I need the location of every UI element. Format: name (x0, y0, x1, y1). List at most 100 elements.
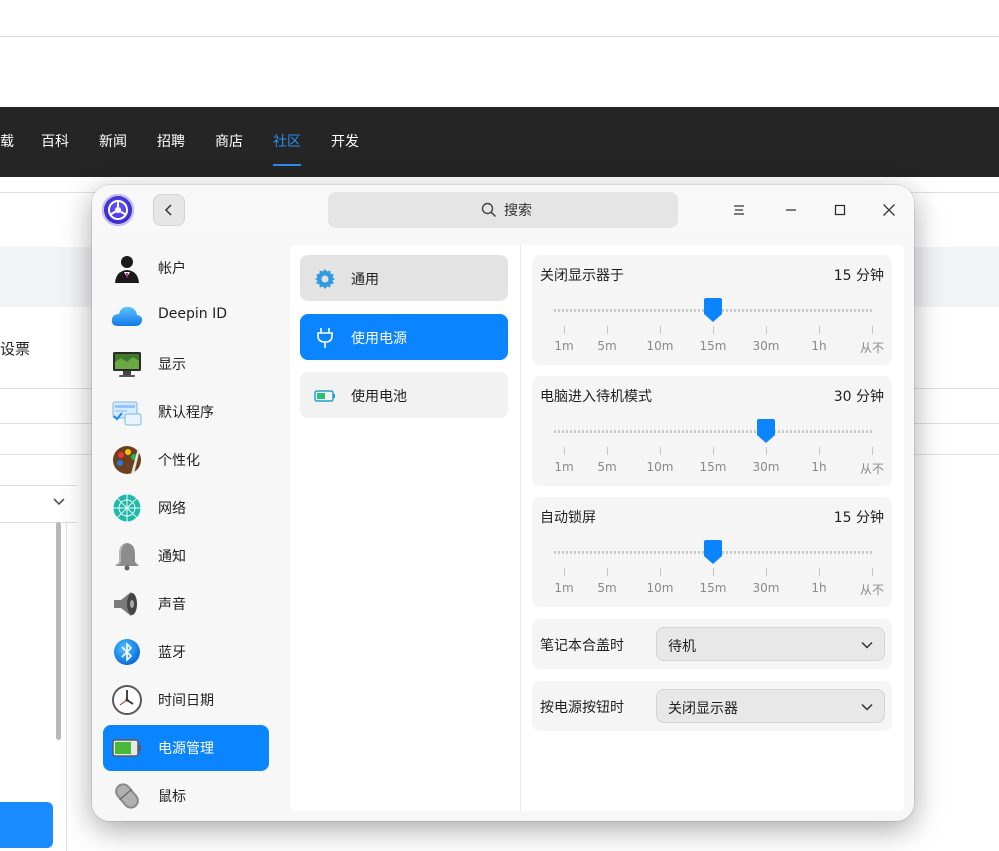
lid-close-row: 笔记本合盖时 待机 (532, 619, 892, 669)
control-center-window: 搜索 帐户 Deepin ID 显示 默认程序 个性化 网络 通知 声音 蓝牙 … (92, 185, 914, 821)
slider-tick (607, 568, 608, 576)
maximize-icon (834, 204, 846, 216)
slider-card-monitor-off: 关闭显示器于 15 分钟 1m 5m 10m 15m 30m 1h 从不 (532, 255, 892, 365)
slider-thumb[interactable] (703, 297, 723, 323)
title-bar: 搜索 (92, 185, 914, 235)
slider-tick (819, 326, 820, 334)
bg-blue-button[interactable] (0, 802, 53, 848)
app-logo-icon (102, 194, 134, 226)
sidebar-item-label: 网络 (158, 501, 186, 517)
sidebar-item-network[interactable]: 网络 (103, 485, 269, 531)
slider-track[interactable] (554, 430, 872, 433)
slider-tick (713, 447, 714, 455)
speaker-icon (114, 592, 137, 616)
nav-item-jobs[interactable]: 招聘 (157, 107, 185, 177)
bg-scrollbar[interactable] (56, 522, 61, 740)
palette-icon (113, 446, 141, 474)
sidebar-item-mouse[interactable]: 鼠标 (103, 773, 269, 819)
slider-tick (766, 568, 767, 576)
sidebar-item-sound[interactable]: 声音 (103, 581, 269, 627)
power-button-row: 按电源按钮时 关闭显示器 (532, 681, 892, 731)
slider-tick-label: 30m (752, 581, 780, 595)
sidebar-item-personalization[interactable]: 个性化 (103, 437, 269, 483)
nav-active-underline (273, 164, 301, 166)
slider-card-auto-lock: 自动锁屏 15 分钟 1m 5m 10m 15m 30m 1h 从不 (532, 497, 892, 607)
nav-item-store[interactable]: 商店 (215, 107, 243, 177)
bg-select[interactable] (0, 485, 77, 523)
bg-top-divider (0, 36, 999, 37)
close-button[interactable] (876, 197, 902, 223)
slider-tick (607, 326, 608, 334)
slider-tick-label: 1h (811, 581, 827, 595)
lid-close-label: 笔记本合盖时 (540, 638, 624, 654)
sidebar-item-label: 个性化 (158, 453, 200, 469)
slider-tick-label: 30m (752, 460, 780, 474)
slider-tick (564, 447, 565, 455)
sidebar-item-label: 蓝牙 (158, 645, 186, 661)
slider-tick-label: 1h (811, 339, 827, 353)
nav-item-download[interactable]: 载 (0, 107, 14, 177)
slider-tick-label: 5m (597, 460, 617, 474)
content-panel: 通用 使用电源 使用电池 关闭显示器于 15 分钟 1m 5m 10m 15m … (290, 245, 904, 811)
gear-icon (315, 269, 335, 289)
sidebar-item-label: 默认程序 (158, 405, 214, 421)
slider-tick-label: 10m (646, 460, 674, 474)
slider-tick-label: 15m (699, 460, 727, 474)
sidebar-item-display[interactable]: 显示 (103, 341, 269, 387)
slider-tick-label: 10m (646, 581, 674, 595)
slider-tick (766, 326, 767, 334)
slider-tick-label: 15m (699, 581, 727, 595)
slider-title: 电脑进入待机模式 (540, 389, 652, 405)
sidebar-item-deepin-id[interactable]: Deepin ID (103, 293, 269, 339)
slider-tick-label: 30m (752, 339, 780, 353)
slider-tick (872, 326, 873, 334)
search-placeholder: 搜索 (504, 203, 532, 219)
sidebar-item-label: 显示 (158, 357, 186, 373)
slider-tick-label: 从不 (859, 462, 885, 476)
slider-tick-label: 1h (811, 460, 827, 474)
slider-tick-label: 1m (554, 581, 574, 595)
nav-item-community[interactable]: 社区 (273, 107, 301, 177)
slider-tick-label: 10m (646, 339, 674, 353)
slider-tick (564, 568, 565, 576)
sidebar-item-bluetooth[interactable]: 蓝牙 (103, 629, 269, 675)
search-input[interactable]: 搜索 (328, 192, 678, 228)
sidebar-item-power[interactable]: 电源管理 (103, 725, 269, 771)
minimize-button[interactable] (778, 197, 804, 223)
power-menu-general[interactable]: 通用 (300, 255, 508, 301)
lid-close-dropdown[interactable]: 待机 (656, 627, 885, 661)
slider-thumb[interactable] (756, 418, 776, 444)
slider-thumb[interactable] (703, 539, 723, 565)
nav-item-wiki[interactable]: 百科 (41, 107, 69, 177)
slider-tick (660, 568, 661, 576)
bluetooth-icon (114, 639, 140, 665)
clock-icon (112, 685, 142, 715)
slider-tick (872, 447, 873, 455)
power-button-value: 关闭显示器 (668, 701, 738, 717)
slider-card-suspend: 电脑进入待机模式 30 分钟 1m 5m 10m 15m 30m 1h 从不 (532, 376, 892, 486)
sidebar-item-account[interactable]: 帐户 (103, 245, 269, 291)
chevron-down-icon (53, 498, 65, 506)
power-menu-on-battery[interactable]: 使用电池 (300, 372, 508, 418)
bell-icon (115, 543, 139, 571)
power-button-label: 按电源按钮时 (540, 700, 624, 716)
maximize-button[interactable] (827, 197, 853, 223)
slider-title: 关闭显示器于 (540, 268, 624, 284)
nav-item-news[interactable]: 新闻 (99, 107, 127, 177)
sidebar-item-datetime[interactable]: 时间日期 (103, 677, 269, 723)
slider-tick-label: 5m (597, 581, 617, 595)
power-menu-label: 通用 (351, 272, 379, 288)
sidebar-item-default-apps[interactable]: 默认程序 (103, 389, 269, 435)
power-menu-plugged-in[interactable]: 使用电源 (300, 314, 508, 360)
nav-item-develop[interactable]: 开发 (331, 107, 359, 177)
battery-small-icon (314, 390, 335, 402)
slider-tick-label: 1m (554, 460, 574, 474)
sidebar-item-notification[interactable]: 通知 (103, 533, 269, 579)
back-button[interactable] (153, 194, 185, 226)
slider-tick (713, 326, 714, 334)
chevron-left-icon (164, 204, 172, 216)
slider-tick (819, 447, 820, 455)
power-button-dropdown[interactable]: 关闭显示器 (656, 689, 885, 723)
menu-button[interactable] (726, 197, 752, 223)
plug-icon (317, 328, 333, 348)
